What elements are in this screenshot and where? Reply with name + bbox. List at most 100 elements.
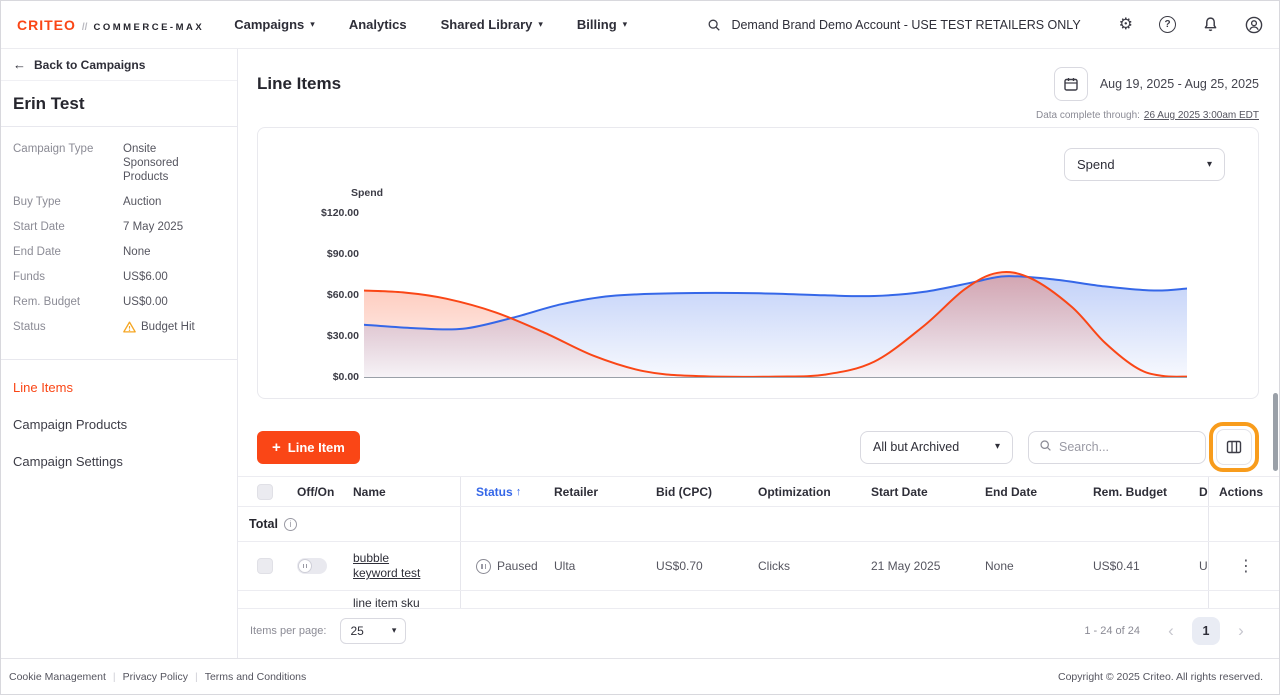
start-date-cell: 21 May 2025 xyxy=(871,559,985,573)
back-arrow-icon: ← xyxy=(13,57,26,72)
copyright-text: Copyright © 2025 Criteo. All rights rese… xyxy=(1058,671,1263,683)
y-tick-label: $0.00 xyxy=(333,371,359,383)
off-on-toggle[interactable] xyxy=(297,558,327,574)
search-input[interactable] xyxy=(1059,440,1195,454)
logo-separator: // xyxy=(82,22,88,33)
warning-icon xyxy=(123,321,136,333)
spend-chart xyxy=(364,214,1187,378)
y-tick-label: $30.00 xyxy=(327,330,359,342)
back-label: Back to Campaigns xyxy=(34,58,145,72)
detail-start-date: Start Date 7 May 2025 xyxy=(13,220,225,234)
detail-value: Auction xyxy=(123,195,161,209)
footer-separator: | xyxy=(113,671,116,683)
data-complete-label: Data complete through: xyxy=(1036,110,1140,121)
account-switcher[interactable]: Demand Brand Demo Account - USE TEST RET… xyxy=(707,18,1080,32)
chevron-down-icon: ▾ xyxy=(392,626,397,635)
total-values xyxy=(461,507,1208,541)
retailer-cell: Ulta xyxy=(554,559,656,573)
status-text: Budget Hit xyxy=(141,320,195,334)
date-range-text[interactable]: Aug 19, 2025 - Aug 25, 2025 xyxy=(1100,77,1259,91)
calendar-button[interactable] xyxy=(1054,67,1088,101)
status-badge: Budget Hit xyxy=(123,320,195,334)
search-icon xyxy=(707,18,721,32)
pagination-bar: Items per page: 25 ▾ 1 - 24 of 24 ‹ 1 › xyxy=(238,608,1279,652)
page-title: Line Items xyxy=(257,74,341,94)
line-item-name-link[interactable]: line item sku xyxy=(353,591,433,608)
nav-analytics[interactable]: Analytics xyxy=(349,17,407,32)
chart-metric-select[interactable]: Spend ▾ xyxy=(1064,148,1225,181)
column-header-start-date[interactable]: Start Date xyxy=(871,485,985,499)
column-settings-button[interactable] xyxy=(1216,429,1252,465)
bell-icon[interactable] xyxy=(1202,16,1219,33)
prev-page-button[interactable]: ‹ xyxy=(1158,618,1184,644)
page-number-button[interactable]: 1 xyxy=(1192,617,1220,645)
chevron-down-icon: ▾ xyxy=(1207,160,1212,170)
campaign-sidebar: ← Back to Campaigns Erin Test Campaign T… xyxy=(1,49,238,658)
sidebar-item-line-items[interactable]: Line Items xyxy=(13,380,225,395)
logo-product-text: COMMERCE-MAX xyxy=(93,22,204,33)
sidebar-item-campaign-settings[interactable]: Campaign Settings xyxy=(13,454,225,469)
column-header-rem-budget[interactable]: Rem. Budget xyxy=(1093,485,1199,499)
items-per-page-select[interactable]: 25 ▾ xyxy=(340,618,406,644)
top-nav-menu: Campaigns ▾ Analytics Shared Library ▾ B… xyxy=(234,17,627,32)
column-header-bid[interactable]: Bid (CPC) xyxy=(656,485,758,499)
info-icon[interactable]: i xyxy=(284,518,297,531)
column-header-off-on[interactable]: Off/On xyxy=(297,477,353,506)
archive-filter-value: All but Archived xyxy=(873,440,959,454)
detail-value: 7 May 2025 xyxy=(123,220,183,234)
add-line-item-button[interactable]: + Line Item xyxy=(257,431,360,464)
nav-billing[interactable]: Billing ▾ xyxy=(577,17,627,32)
column-header-status[interactable]: Status ↑ xyxy=(461,477,554,506)
search-box xyxy=(1028,431,1206,464)
column-header-end-date[interactable]: End Date xyxy=(985,485,1093,499)
column-header-retailer[interactable]: Retailer xyxy=(554,485,656,499)
rem-budget-cell: US$0.41 xyxy=(1093,559,1199,573)
calendar-icon xyxy=(1063,76,1079,92)
table-header-row: Off/On Name Status ↑ Retailer Bid (CPC) … xyxy=(238,476,1279,507)
select-all-checkbox[interactable] xyxy=(257,484,273,500)
top-nav-icons: ⚙ ? xyxy=(1119,16,1263,34)
status-header-label: Status xyxy=(476,485,513,499)
detail-label: Start Date xyxy=(13,220,123,234)
help-icon[interactable]: ? xyxy=(1159,16,1176,33)
privacy-policy-link[interactable]: Privacy Policy xyxy=(123,671,188,683)
data-complete-link[interactable]: 26 Aug 2025 3:00am EDT xyxy=(1144,110,1259,121)
next-page-button[interactable]: › xyxy=(1228,618,1254,644)
detail-label: Status xyxy=(13,320,123,334)
terms-link[interactable]: Terms and Conditions xyxy=(205,671,307,683)
line-item-name-link[interactable]: bubble keyword test xyxy=(353,551,433,581)
back-to-campaigns-link[interactable]: ← Back to Campaigns xyxy=(1,49,237,81)
y-tick-label: $60.00 xyxy=(327,289,359,301)
plus-icon: + xyxy=(272,440,281,455)
campaign-title: Erin Test xyxy=(1,81,237,127)
detail-buy-type: Buy Type Auction xyxy=(13,195,225,209)
column-header-optimization[interactable]: Optimization xyxy=(758,485,871,499)
detail-funds: Funds US$6.00 xyxy=(13,270,225,284)
paused-icon xyxy=(476,559,491,574)
row-actions-kebab-icon[interactable]: ⋮ xyxy=(1238,556,1254,576)
vertical-scrollbar[interactable] xyxy=(1273,393,1278,471)
detail-label: Funds xyxy=(13,270,123,284)
items-per-page-label: Items per page: xyxy=(250,625,326,637)
detail-value: Onsite Sponsored Products xyxy=(123,142,213,184)
columns-icon xyxy=(1226,439,1242,455)
cookie-management-link[interactable]: Cookie Management xyxy=(9,671,106,683)
archive-filter-select[interactable]: All but Archived ▾ xyxy=(860,431,1013,464)
toggle-knob xyxy=(298,559,312,573)
gear-icon[interactable]: ⚙ xyxy=(1119,17,1133,33)
detail-value: None xyxy=(123,245,151,259)
end-date-cell: None xyxy=(985,559,1093,573)
row-checkbox[interactable] xyxy=(257,558,273,574)
detail-campaign-type: Campaign Type Onsite Sponsored Products xyxy=(13,142,225,184)
add-line-item-label: Line Item xyxy=(288,440,345,455)
column-header-name[interactable]: Name xyxy=(353,477,461,506)
items-per-page-value: 25 xyxy=(350,624,363,638)
total-row: Total i xyxy=(238,507,1279,542)
campaign-section-nav: Line Items Campaign Products Campaign Se… xyxy=(1,360,237,511)
nav-campaigns[interactable]: Campaigns ▾ xyxy=(234,17,315,32)
sidebar-item-campaign-products[interactable]: Campaign Products xyxy=(13,417,225,432)
criteo-logo[interactable]: CRITEO // COMMERCE-MAX xyxy=(17,17,204,33)
nav-shared-library[interactable]: Shared Library ▾ xyxy=(441,17,543,32)
y-axis-ticks: $120.00$90.00$60.00$30.00$0.00 xyxy=(258,128,359,400)
profile-icon[interactable] xyxy=(1245,16,1263,34)
